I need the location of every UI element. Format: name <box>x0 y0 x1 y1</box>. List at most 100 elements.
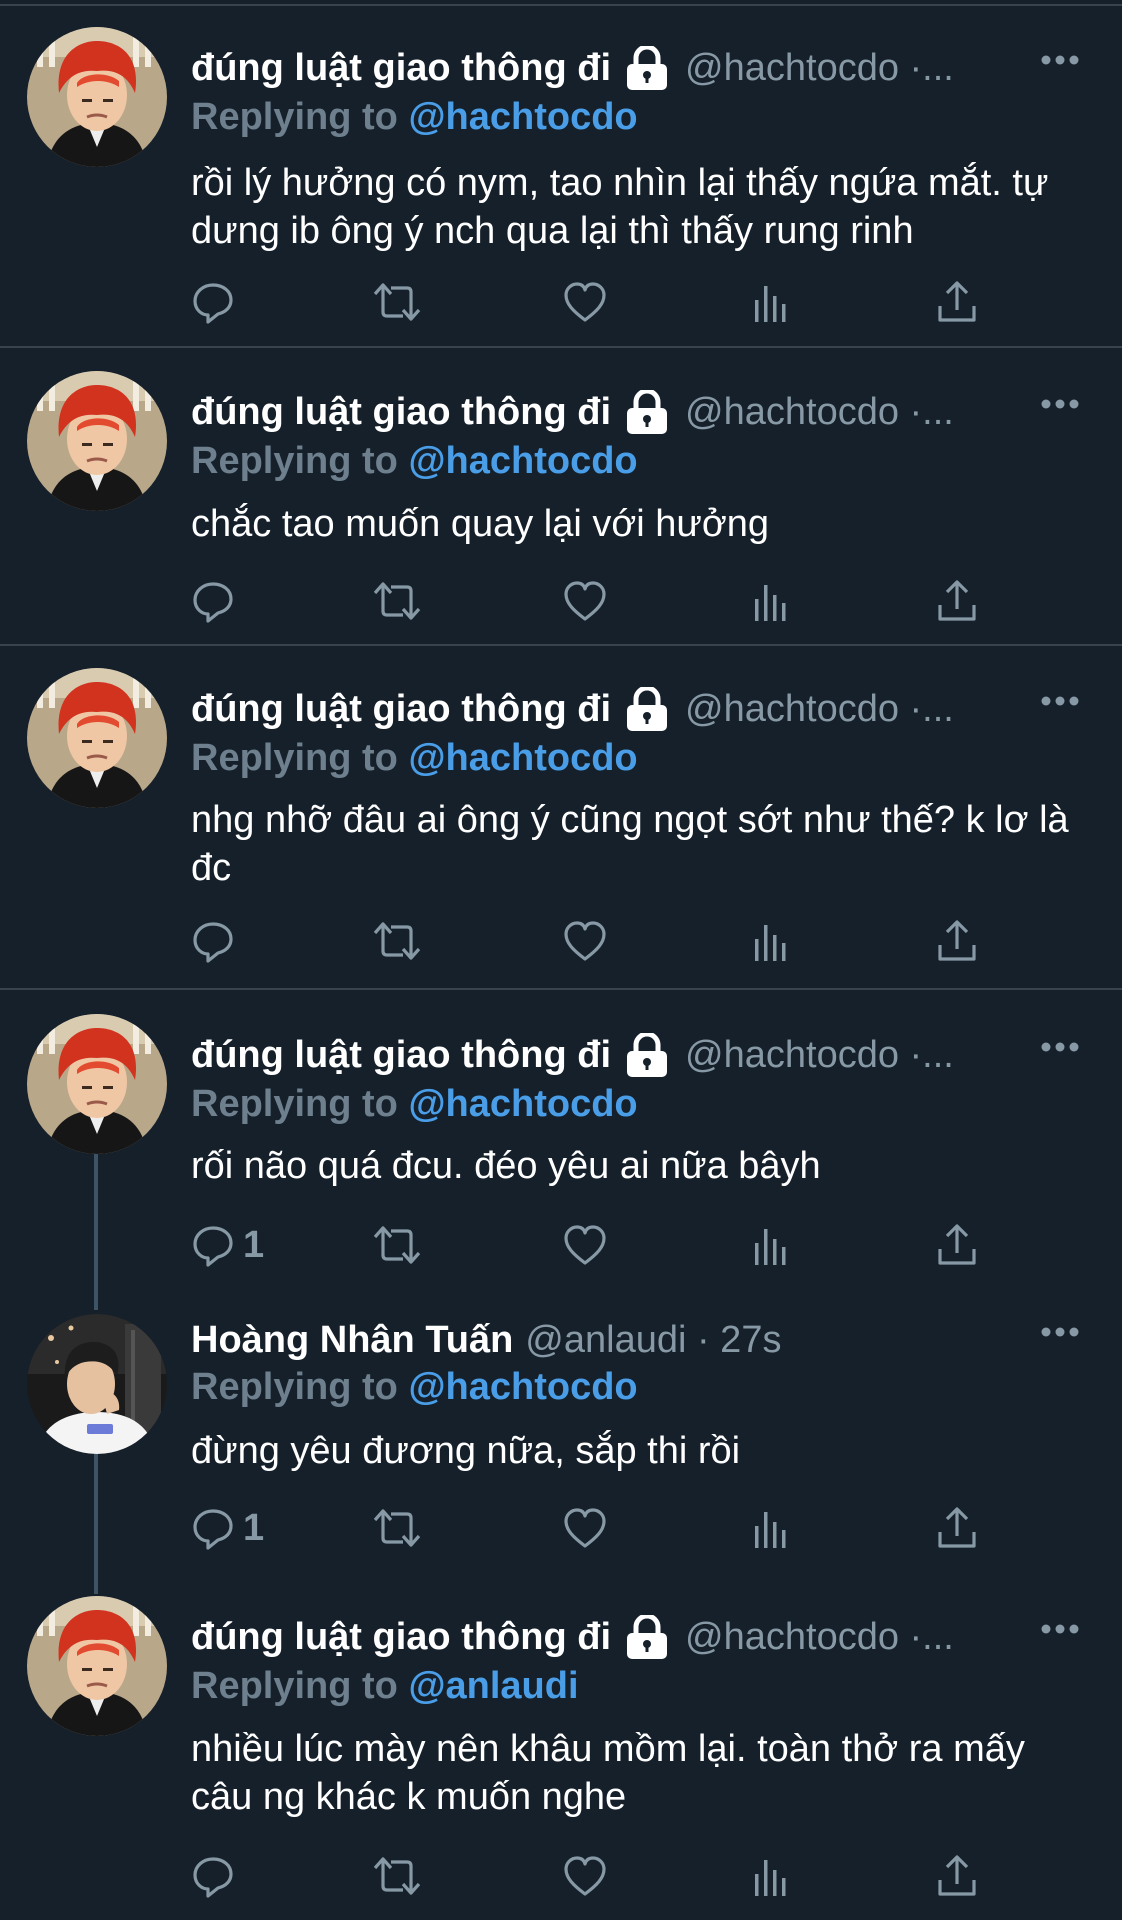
tweet-card[interactable]: đúng luật giao thông đi @hachtocdo ·... … <box>0 348 1122 646</box>
more-options-icon[interactable] <box>1040 54 1080 66</box>
reply-button[interactable] <box>191 916 243 966</box>
analytics-icon <box>749 1223 793 1267</box>
share-icon <box>935 919 979 963</box>
share-icon <box>935 1223 979 1267</box>
like-button[interactable] <box>563 916 607 966</box>
user-handle[interactable]: @hachtocdo ·... <box>685 687 954 731</box>
replying-to-mention[interactable]: @hachtocdo <box>408 1366 637 1408</box>
share-button[interactable] <box>935 916 979 966</box>
replying-to-mention[interactable]: @hachtocdo <box>408 1083 637 1125</box>
tweet-card[interactable]: đúng luật giao thông đi @hachtocdo ·... … <box>0 990 1122 1290</box>
avatar[interactable] <box>27 1014 167 1154</box>
reply-count: 1 <box>243 1506 265 1549</box>
retweet-button[interactable] <box>373 1503 421 1553</box>
share-button[interactable] <box>935 1220 979 1270</box>
like-icon <box>563 1506 607 1550</box>
red-hair-avatar-icon <box>27 1014 167 1154</box>
display-name[interactable]: đúng luật giao thông đi <box>191 1033 611 1077</box>
avatar[interactable] <box>27 668 167 808</box>
reply-button[interactable]: 1 <box>191 1220 264 1270</box>
share-button[interactable] <box>935 277 979 327</box>
share-icon <box>935 1506 979 1550</box>
reply-icon <box>191 1506 235 1550</box>
action-bar: 1 <box>191 1503 991 1553</box>
replying-to-mention[interactable]: @hachtocdo <box>408 440 637 482</box>
share-button[interactable] <box>935 1503 979 1553</box>
avatar[interactable] <box>27 1596 167 1736</box>
like-icon <box>563 1854 607 1898</box>
retweet-button[interactable] <box>373 916 421 966</box>
analytics-icon <box>749 280 793 324</box>
retweet-button[interactable] <box>373 1220 421 1270</box>
analytics-button[interactable] <box>749 1851 793 1901</box>
retweet-icon <box>373 1854 421 1898</box>
avatar[interactable] <box>27 371 167 511</box>
replying-to-mention[interactable]: @anlaudi <box>408 1665 578 1707</box>
more-options-icon[interactable] <box>1040 1041 1080 1053</box>
tweet-text: rồi lý hưởng có nym, tao nhìn lại thấy n… <box>191 162 1049 252</box>
reply-button[interactable] <box>191 576 243 626</box>
tweet-card[interactable]: đúng luật giao thông đi @hachtocdo ·... … <box>0 6 1122 348</box>
display-name[interactable]: đúng luật giao thông đi <box>191 390 611 434</box>
red-hair-avatar-icon <box>27 27 167 167</box>
tweet-card[interactable]: đúng luật giao thông đi @hachtocdo ·... … <box>0 646 1122 990</box>
share-button[interactable] <box>935 576 979 626</box>
tweet-header: đúng luật giao thông đi @hachtocdo ·... <box>191 390 954 434</box>
analytics-button[interactable] <box>749 576 793 626</box>
retweet-button[interactable] <box>373 1851 421 1901</box>
like-button[interactable] <box>563 277 607 327</box>
reply-icon <box>191 1854 235 1898</box>
lock-icon <box>621 1033 673 1077</box>
display-name[interactable]: Hoàng Nhân Tuấn <box>191 1318 513 1362</box>
replying-to-mention[interactable]: @hachtocdo <box>408 737 637 779</box>
action-bar <box>191 277 991 327</box>
replying-to-mention[interactable]: @hachtocdo <box>408 96 637 138</box>
share-button[interactable] <box>935 1851 979 1901</box>
user-handle[interactable]: @hachtocdo ·... <box>685 390 954 434</box>
replying-to-label: Replying to <box>191 1665 398 1707</box>
retweet-button[interactable] <box>373 576 421 626</box>
analytics-icon <box>749 579 793 623</box>
user-handle[interactable]: @hachtocdo ·... <box>685 46 954 90</box>
tweet-card[interactable]: đúng luật giao thông đi @hachtocdo ·... … <box>0 1582 1122 1920</box>
user-handle[interactable]: @anlaudi · 27s <box>525 1318 781 1362</box>
analytics-button[interactable] <box>749 277 793 327</box>
action-bar: 1 <box>191 1220 991 1270</box>
lock-icon <box>621 390 673 434</box>
more-options-icon[interactable] <box>1040 398 1080 410</box>
tweet-card[interactable]: Hoàng Nhân Tuấn @anlaudi · 27s Replying … <box>0 1290 1122 1582</box>
action-bar <box>191 1851 991 1901</box>
display-name[interactable]: đúng luật giao thông đi <box>191 46 611 90</box>
replying-to-line: Replying to @hachtocdo <box>191 1082 638 1126</box>
retweet-icon <box>373 280 421 324</box>
reply-icon <box>191 280 235 324</box>
like-button[interactable] <box>563 1851 607 1901</box>
replying-to-label: Replying to <box>191 1366 398 1408</box>
analytics-button[interactable] <box>749 916 793 966</box>
analytics-button[interactable] <box>749 1503 793 1553</box>
retweet-button[interactable] <box>373 277 421 327</box>
display-name[interactable]: đúng luật giao thông đi <box>191 687 611 731</box>
like-button[interactable] <box>563 576 607 626</box>
reply-button[interactable]: 1 <box>191 1503 264 1553</box>
avatar[interactable] <box>27 27 167 167</box>
more-options-icon[interactable] <box>1040 695 1080 707</box>
like-button[interactable] <box>563 1503 607 1553</box>
retweet-icon <box>373 1506 421 1550</box>
tweet-header: đúng luật giao thông đi @hachtocdo ·... <box>191 46 954 90</box>
analytics-button[interactable] <box>749 1220 793 1270</box>
like-icon <box>563 579 607 623</box>
more-options-icon[interactable] <box>1040 1326 1080 1338</box>
more-options-icon[interactable] <box>1040 1623 1080 1635</box>
display-name[interactable]: đúng luật giao thông đi <box>191 1615 611 1659</box>
reply-button[interactable] <box>191 277 243 327</box>
user-handle[interactable]: @hachtocdo ·... <box>685 1033 954 1077</box>
tweet-header: đúng luật giao thông đi @hachtocdo ·... <box>191 1033 954 1077</box>
red-hair-avatar-icon <box>27 668 167 808</box>
user-handle[interactable]: @hachtocdo ·... <box>685 1615 954 1659</box>
tweet-text: chắc tao muốn quay lại với hưởng <box>191 503 770 545</box>
like-icon <box>563 919 607 963</box>
avatar[interactable] <box>27 1314 167 1454</box>
like-button[interactable] <box>563 1220 607 1270</box>
reply-button[interactable] <box>191 1851 243 1901</box>
